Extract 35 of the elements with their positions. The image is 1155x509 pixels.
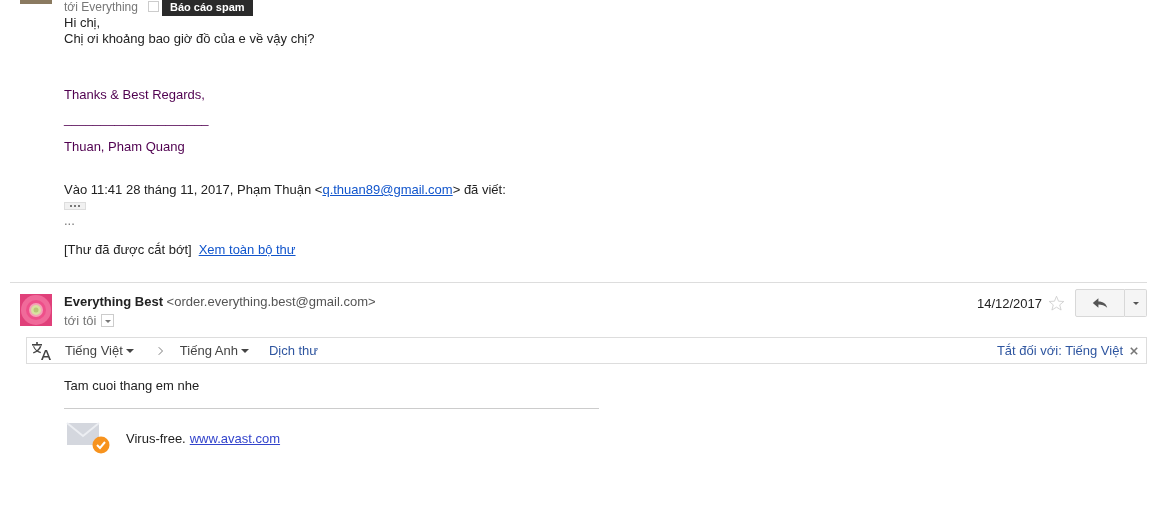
close-icon[interactable] xyxy=(1130,346,1138,355)
message-text: Chị ơi khoảng bao giờ đồ của e về vậy chị? xyxy=(64,31,316,47)
truncated-note: [Thư đã được cắt bớt] xyxy=(64,242,192,258)
quote-ellipsis: ... xyxy=(64,214,76,228)
reply-button[interactable] xyxy=(1075,289,1125,317)
details-dropdown[interactable] xyxy=(101,314,115,327)
show-trimmed-button[interactable] xyxy=(64,202,86,210)
caret-icon xyxy=(240,346,249,355)
caret-icon xyxy=(1131,299,1140,307)
turn-off-link[interactable]: Tắt đối với: Tiếng Việt xyxy=(996,343,1123,358)
recipient-line: tới Everything xyxy=(64,0,138,14)
quote-header: Vào 11:41 28 tháng 11, 2017, Phạm Thuận <q.thuan89@gmail.com> đã viết: xyxy=(64,182,507,198)
chevron-right-icon xyxy=(157,345,164,356)
email-link[interactable]: q.thuan89@gmail.com xyxy=(322,182,453,197)
star-icon[interactable] xyxy=(1048,294,1065,312)
signature-text: Thanks & Best Regards, xyxy=(64,87,206,103)
view-full-link[interactable]: Xem toàn bộ thư xyxy=(198,242,296,258)
reply-icon xyxy=(1092,297,1108,309)
signature-rule: ____________________ xyxy=(64,111,210,127)
sender-name: Everything Best xyxy=(64,294,163,309)
tooltip: Báo cáo spam xyxy=(162,0,253,16)
avast-link[interactable]: www.avast.com xyxy=(189,430,281,446)
message-date: 14/12/2017 xyxy=(976,295,1042,311)
target-language-dropdown[interactable]: Tiếng Anh xyxy=(179,343,249,358)
translate-icon xyxy=(31,340,51,361)
sender-email: <order.everything.best@gmail.com> xyxy=(166,294,376,309)
signature-text: Thuan, Pham Quang xyxy=(64,139,186,155)
translate-link[interactable]: Dịch thư xyxy=(268,343,319,358)
caret-icon xyxy=(125,346,134,355)
recipient-text: tới tôi xyxy=(64,313,97,328)
message-text: Tam cuoi thang em nhe xyxy=(63,378,201,394)
source-language-dropdown[interactable]: Tiếng Việt xyxy=(65,343,134,358)
virus-free-text: Virus-free. xyxy=(126,430,186,446)
message-text: Hi chị, xyxy=(64,15,102,31)
envelope-check-icon xyxy=(66,421,110,455)
